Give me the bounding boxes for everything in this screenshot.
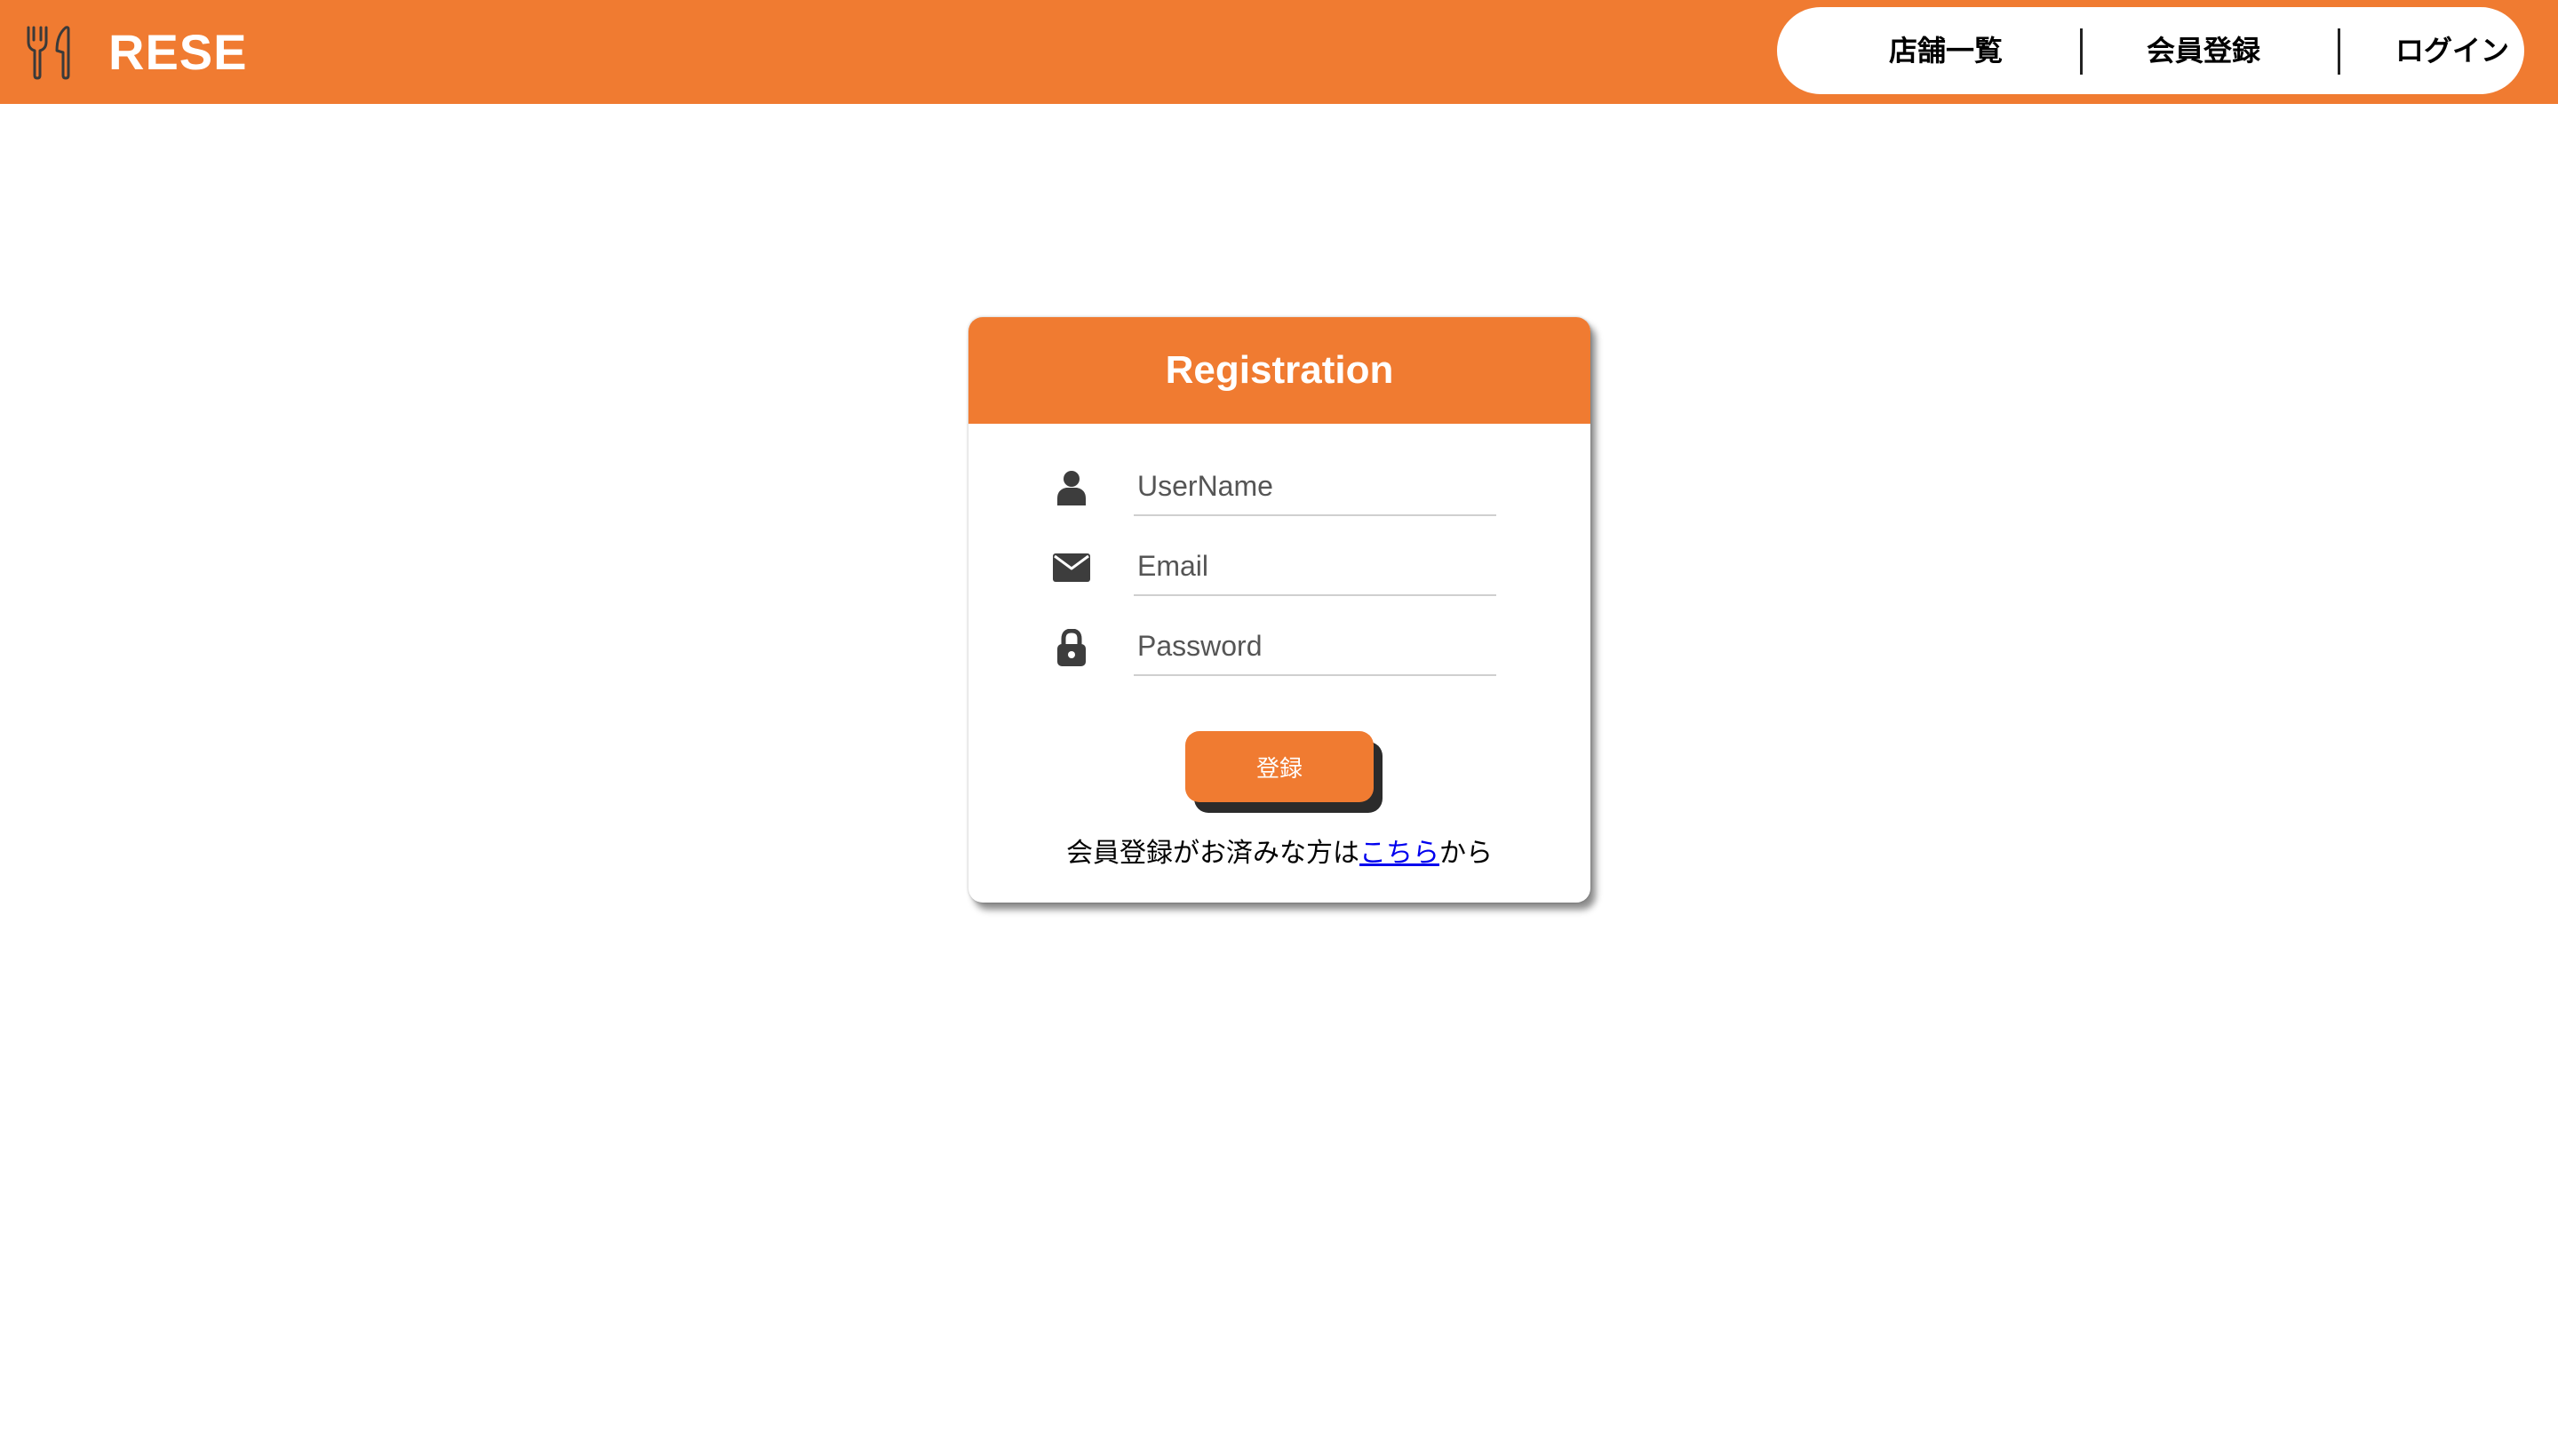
- login-note-prefix: 会員登録がお済みな方は: [1066, 838, 1359, 869]
- top-header: RESE 店舗一覧 会員登録 ログイン: [0, 0, 2558, 104]
- brand[interactable]: RESE: [23, 18, 248, 85]
- brand-name: RESE: [108, 23, 248, 80]
- envelope-icon: [1048, 545, 1095, 591]
- registration-card: Registration 登録: [968, 317, 1590, 903]
- register-button[interactable]: 登録: [1185, 731, 1374, 802]
- nav-separator: [2080, 28, 2083, 75]
- password-input[interactable]: [1134, 617, 1496, 676]
- username-input[interactable]: [1134, 457, 1496, 516]
- email-row: [1048, 537, 1496, 600]
- main-nav: 店舗一覧 会員登録 ログイン: [1777, 7, 2524, 94]
- user-icon: [1048, 465, 1095, 511]
- submit-area: 登録: [1185, 731, 1384, 816]
- email-input[interactable]: [1134, 537, 1496, 596]
- lock-icon: [1048, 625, 1095, 671]
- username-row: [1048, 457, 1496, 520]
- login-link[interactable]: こちら: [1359, 838, 1439, 869]
- password-row: [1048, 617, 1496, 680]
- card-title: Registration: [968, 317, 1590, 424]
- nav-item-register[interactable]: 会員登録: [2097, 7, 2310, 94]
- nav-item-shop-list[interactable]: 店舗一覧: [1839, 7, 2052, 94]
- fork-knife-icon: [27, 26, 70, 80]
- nav-separator: [2338, 28, 2340, 75]
- login-note: 会員登録がお済みな方はこちらから: [968, 831, 1590, 870]
- login-note-suffix: から: [1439, 838, 1493, 869]
- nav-item-login[interactable]: ログイン: [2355, 7, 2550, 94]
